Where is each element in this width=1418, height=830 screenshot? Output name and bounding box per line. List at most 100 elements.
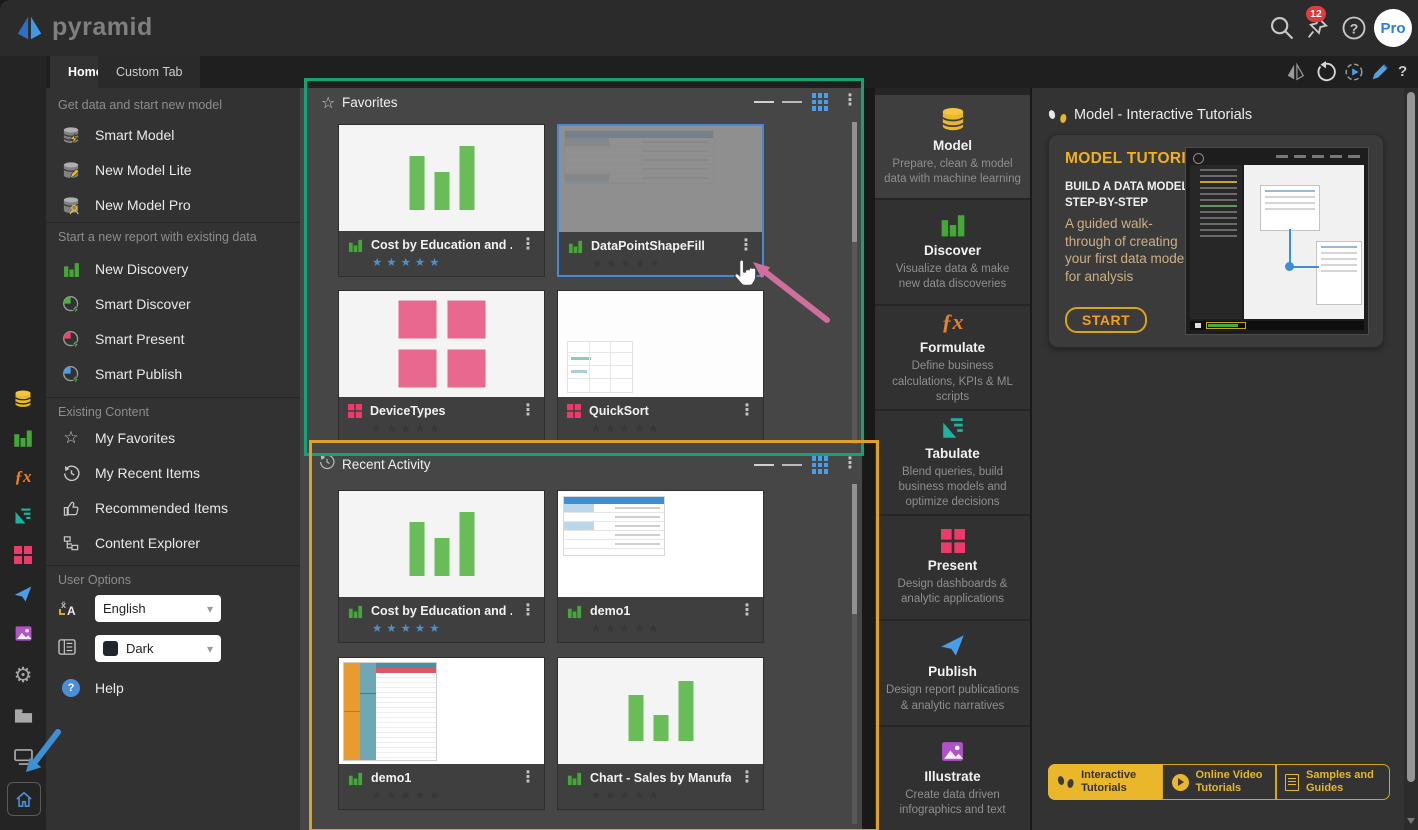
tile-menu-icon[interactable]: ⋮ bbox=[520, 603, 536, 619]
view-cards-icon[interactable] bbox=[782, 456, 802, 474]
tile-rating-stars[interactable]: ★★★★★ bbox=[372, 421, 536, 435]
thumbnail-small-grid bbox=[567, 341, 633, 393]
flip-layout-icon[interactable] bbox=[1284, 61, 1308, 83]
recent-menu-icon[interactable]: ⋮ bbox=[840, 455, 860, 473]
tab-online-video-tutorials[interactable]: Online Video Tutorials bbox=[1162, 764, 1277, 800]
play-circle-icon bbox=[1172, 774, 1189, 791]
tile-info-bar: QuickSort ⋮ ★★★★★ bbox=[558, 397, 763, 442]
tile-quicksort[interactable]: QuickSort ⋮ ★★★★★ bbox=[557, 290, 764, 443]
view-grid-icon[interactable] bbox=[810, 93, 830, 111]
menu-item-new-discovery[interactable]: New Discovery bbox=[46, 255, 300, 283]
module-card-discover[interactable]: Discover Visualize data & make new data … bbox=[875, 200, 1030, 303]
theme-select[interactable]: Dark ▾ bbox=[95, 635, 221, 662]
refresh-icon[interactable] bbox=[1342, 61, 1366, 83]
tile-rating-stars[interactable]: ★★★★★ bbox=[372, 621, 536, 635]
tile-demo1-grid[interactable]: demo1 ⋮ ★★★★★ bbox=[338, 657, 545, 810]
scroll-down-arrow-icon[interactable] bbox=[1407, 818, 1415, 824]
home-side-panel: Get data and start new model Smart Model… bbox=[46, 88, 300, 830]
menu-item-help[interactable]: ? Help bbox=[46, 674, 300, 702]
tile-thumbnail bbox=[558, 291, 763, 397]
view-cards-icon[interactable] bbox=[782, 93, 802, 111]
rail-discover-icon[interactable] bbox=[0, 423, 46, 453]
favorites-section-title: Favorites bbox=[342, 95, 398, 110]
notification-count-badge[interactable]: 12 bbox=[1306, 6, 1326, 22]
rail-content-folder-icon[interactable] bbox=[0, 701, 46, 731]
tile-rating-stars[interactable]: ★★★★★ bbox=[591, 421, 755, 435]
tile-cost-by-education-recent[interactable]: Cost by Education and ... ⋮ ★★★★★ bbox=[338, 490, 545, 643]
tile-devicetypes[interactable]: DeviceTypes ⋮ ★★★★★ bbox=[338, 290, 545, 443]
rail-illustrate-icon[interactable] bbox=[0, 618, 46, 648]
menu-item-my-favorites[interactable]: ☆ My Favorites bbox=[46, 424, 300, 452]
tile-rating-stars[interactable]: ★★★★★ bbox=[592, 256, 754, 270]
tile-rating-stars[interactable]: ★★★★★ bbox=[591, 788, 755, 802]
module-card-formulate[interactable]: ƒx Formulate Define business calculation… bbox=[875, 306, 1030, 409]
tile-menu-icon[interactable]: ⋮ bbox=[520, 403, 536, 419]
recent-scrollbar[interactable] bbox=[852, 484, 857, 824]
user-avatar[interactable]: Pro bbox=[1374, 9, 1412, 47]
tab-samples-and-guides[interactable]: Samples and Guides bbox=[1275, 764, 1390, 800]
search-icon[interactable] bbox=[1268, 14, 1296, 42]
tile-rating-stars[interactable]: ★★★★★ bbox=[372, 255, 536, 269]
view-list-icon[interactable] bbox=[754, 93, 774, 111]
formulate-fx-icon: ƒx bbox=[942, 309, 964, 335]
rail-tabulate-icon[interactable] bbox=[0, 501, 46, 531]
menu-item-new-model-pro[interactable]: New Model Pro bbox=[46, 191, 300, 219]
help-icon[interactable]: ? bbox=[1340, 14, 1368, 42]
divider bbox=[46, 565, 300, 566]
tab-interactive-tutorials[interactable]: Interactive Tutorials bbox=[1048, 764, 1163, 800]
module-card-tabulate[interactable]: Tabulate Blend queries, build business m… bbox=[875, 411, 1030, 514]
scrollbar-thumb[interactable] bbox=[1407, 92, 1415, 782]
tile-menu-icon[interactable]: ⋮ bbox=[739, 403, 755, 419]
tile-menu-icon[interactable]: ⋮ bbox=[520, 237, 536, 253]
start-tutorial-button[interactable]: START bbox=[1065, 307, 1147, 333]
rail-desktop-icon[interactable] bbox=[0, 742, 46, 772]
tile-chart-sales-by-manufacturer[interactable]: Chart - Sales by Manufa... ⋮ ★★★★★ bbox=[557, 657, 764, 810]
reset-icon[interactable] bbox=[1314, 61, 1338, 83]
tile-thumbnail bbox=[339, 291, 544, 397]
window-scrollbar[interactable] bbox=[1404, 88, 1418, 830]
rail-model-icon[interactable] bbox=[0, 384, 46, 414]
tile-thumbnail bbox=[339, 491, 544, 597]
tile-info-bar: Chart - Sales by Manufa... ⋮ ★★★★★ bbox=[558, 764, 763, 809]
view-grid-icon[interactable] bbox=[810, 456, 830, 474]
rail-admin-gear-icon[interactable]: ⚙ bbox=[0, 660, 46, 690]
present-grid-icon bbox=[348, 404, 362, 418]
module-card-publish[interactable]: Publish Design report publications & ana… bbox=[875, 621, 1030, 724]
tile-rating-stars[interactable]: ★★★★★ bbox=[372, 788, 536, 802]
favorites-menu-icon[interactable]: ⋮ bbox=[840, 92, 860, 110]
tab-custom[interactable]: Custom Tab bbox=[98, 56, 200, 88]
tile-menu-icon[interactable]: ⋮ bbox=[738, 238, 754, 254]
module-card-present[interactable]: Present Design dashboards & analytic app… bbox=[875, 516, 1030, 619]
menu-item-smart-publish[interactable]: Smart Publish bbox=[46, 360, 300, 388]
pie-blue-lightning-icon bbox=[58, 365, 84, 384]
tile-rating-stars[interactable]: ★★★★★ bbox=[591, 621, 755, 635]
rail-home-button[interactable] bbox=[7, 782, 41, 816]
menu-item-smart-discover[interactable]: Smart Discover bbox=[46, 290, 300, 318]
rail-publish-icon[interactable] bbox=[0, 579, 46, 609]
module-card-illustrate[interactable]: Illustrate Create data driven infographi… bbox=[875, 727, 1030, 830]
menu-item-smart-model[interactable]: Smart Model bbox=[46, 121, 300, 149]
tile-datapointshapefill[interactable]: DataPointShapeFill ⋮ ★★★★★ bbox=[557, 124, 764, 277]
help-toolbar-icon[interactable]: ? bbox=[1398, 63, 1418, 85]
module-card-model[interactable]: Model Prepare, clean & model data with m… bbox=[875, 95, 1030, 198]
tile-demo1-table[interactable]: demo1 ⋮ ★★★★★ bbox=[557, 490, 764, 643]
pie-pink-lightning-icon bbox=[58, 330, 84, 349]
rail-formulate-icon[interactable]: ƒx bbox=[0, 462, 46, 492]
menu-item-smart-present[interactable]: Smart Present bbox=[46, 325, 300, 353]
connector-dot bbox=[1285, 262, 1294, 271]
rail-present-icon[interactable] bbox=[0, 540, 46, 570]
menu-item-recommended-items[interactable]: Recommended Items bbox=[46, 494, 300, 522]
footprints-icon bbox=[1058, 776, 1074, 789]
tile-info-bar: demo1 ⋮ ★★★★★ bbox=[558, 597, 763, 642]
language-select[interactable]: English ▾ bbox=[95, 595, 221, 622]
view-list-icon[interactable] bbox=[754, 456, 774, 474]
tile-menu-icon[interactable]: ⋮ bbox=[520, 770, 536, 786]
menu-item-new-model-lite[interactable]: New Model Lite bbox=[46, 156, 300, 184]
tile-menu-icon[interactable]: ⋮ bbox=[739, 603, 755, 619]
menu-item-content-explorer[interactable]: Content Explorer bbox=[46, 529, 300, 557]
menu-item-my-recent-items[interactable]: My Recent Items bbox=[46, 459, 300, 487]
edit-pencil-icon[interactable] bbox=[1368, 61, 1392, 83]
tile-cost-by-education-fav[interactable]: Cost by Education and ... ⋮ ★★★★★ bbox=[338, 124, 545, 277]
tile-menu-icon[interactable]: ⋮ bbox=[739, 770, 755, 786]
favorites-scrollbar[interactable] bbox=[852, 122, 857, 444]
